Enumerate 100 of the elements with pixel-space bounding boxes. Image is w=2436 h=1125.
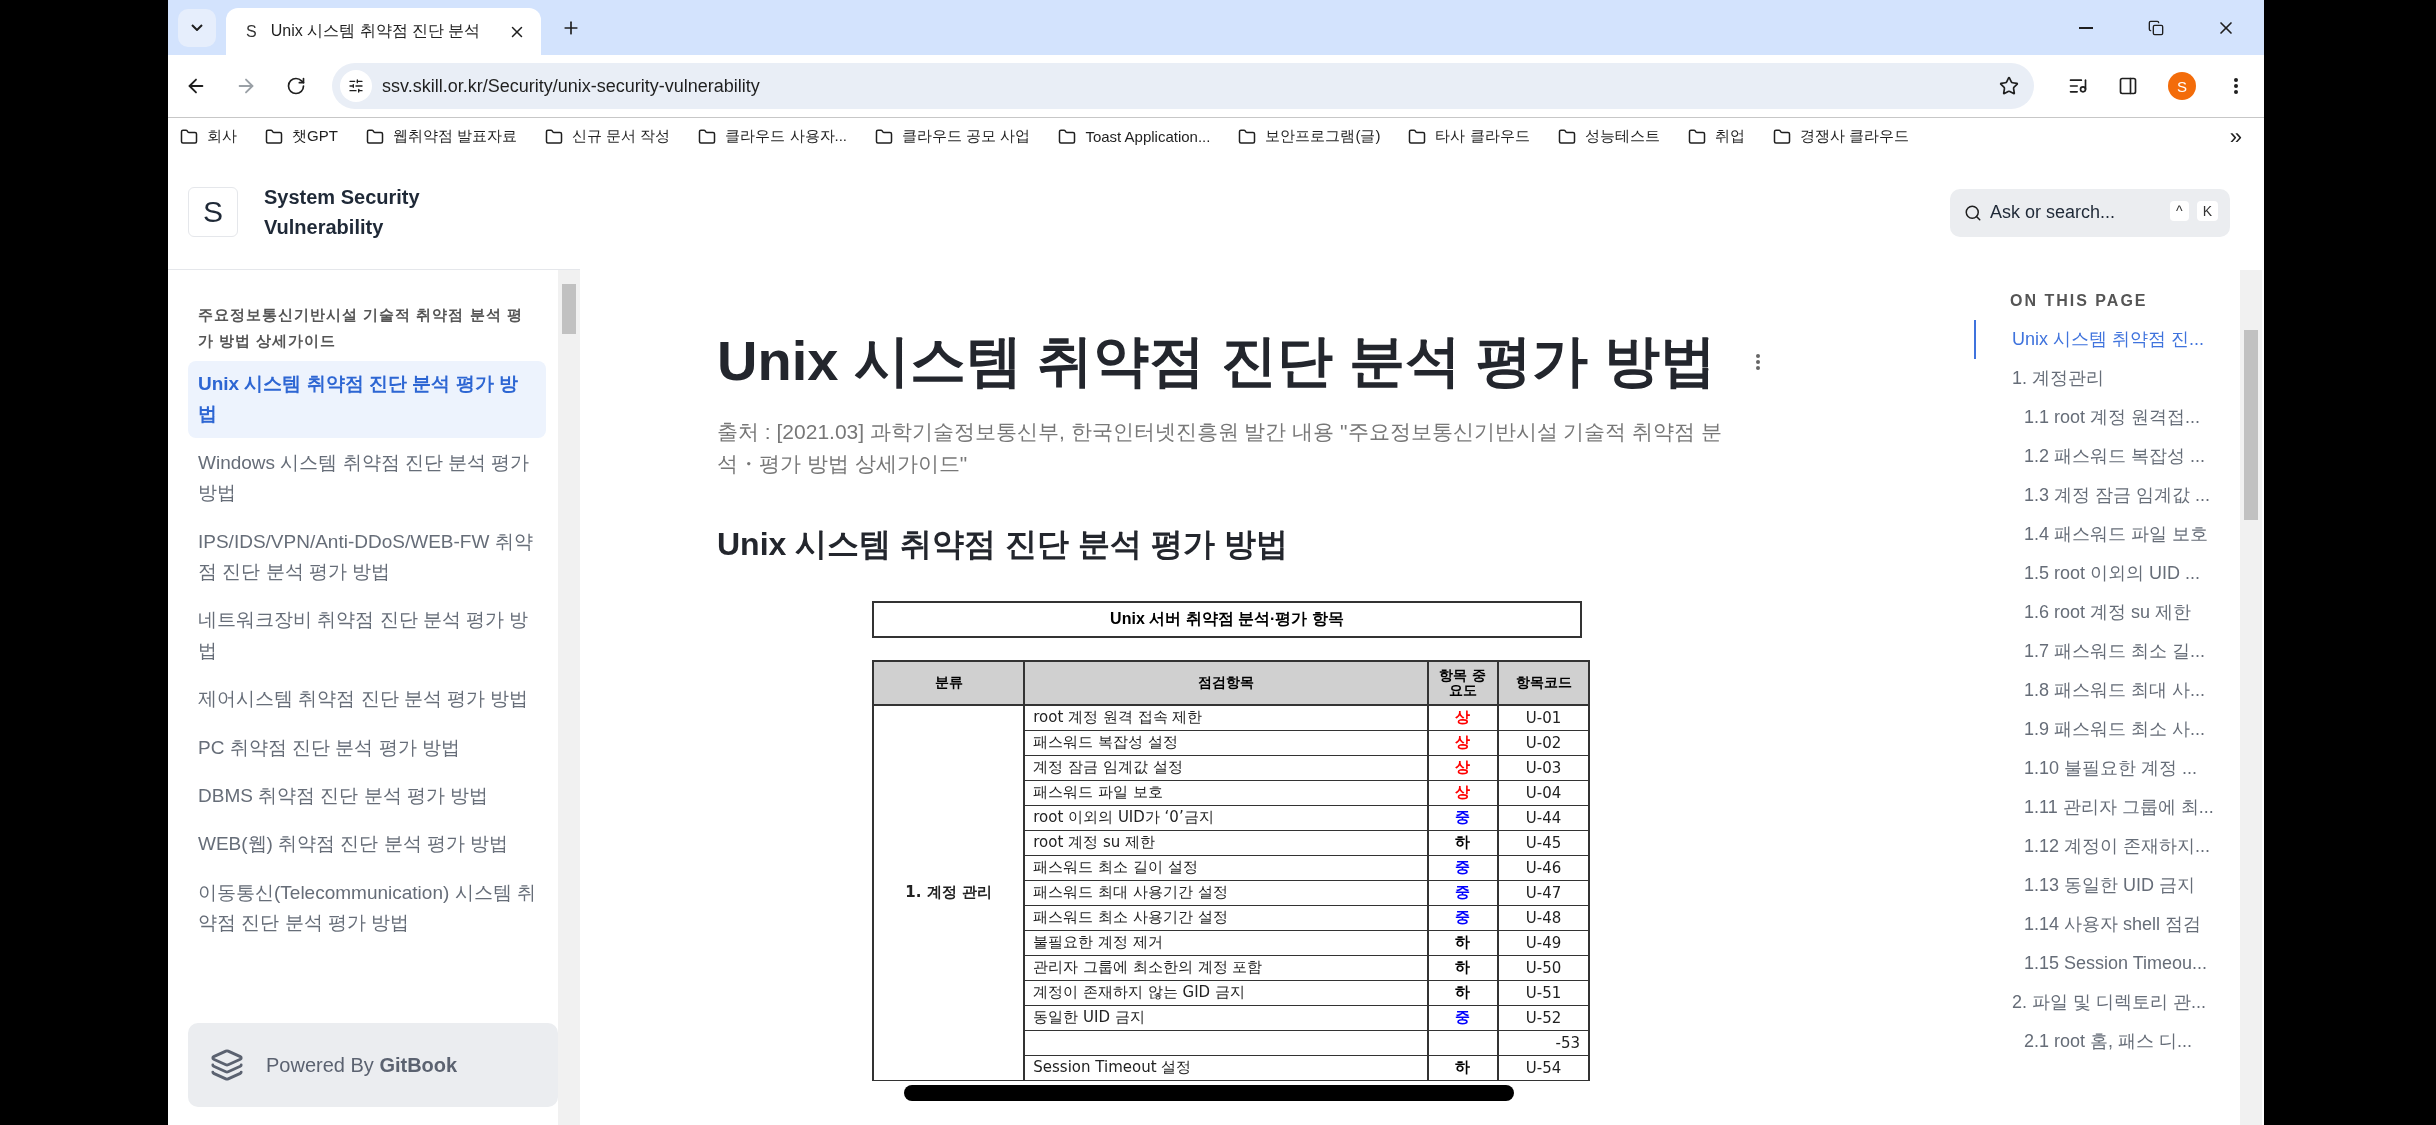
bookmark-label: 웹취약점 발표자료	[392, 127, 517, 146]
table-cell: U-52	[1498, 1005, 1589, 1030]
column-header: 점검항목	[1024, 661, 1428, 705]
bookmark-item[interactable]: Toast Application...	[1058, 127, 1211, 146]
bookmark-item[interactable]: 클라우드 사용자...	[698, 127, 848, 146]
toc-link[interactable]: 1.3 계정 잠금 임계값 ...	[1974, 476, 2240, 515]
address-bar[interactable]: ssv.skill.or.kr/Security/unix-security-vulnerability	[332, 63, 2034, 109]
folder-icon	[1058, 127, 1077, 146]
toc-link[interactable]: 1.6 root 계정 su 제한	[1974, 593, 2240, 632]
bookmark-item[interactable]: 성능테스트	[1557, 127, 1660, 146]
toc-link[interactable]: 1. 계정관리	[1974, 359, 2240, 398]
table-caption: Unix 서버 취약점 분석·평가 항목	[872, 601, 1582, 638]
bookmark-item[interactable]: 클라우드 공모 사업	[875, 127, 1031, 146]
site-settings-button[interactable]	[340, 70, 372, 102]
sidebar-item[interactable]: DBMS 취약점 진단 분석 평가 방법	[188, 772, 546, 820]
scrollbar[interactable]	[2240, 270, 2262, 1125]
table-cell: root 이외의 UID가 ‘0’금지	[1024, 805, 1428, 830]
table-cell: U-03	[1498, 755, 1589, 780]
toc-link[interactable]: 1.13 동일한 UID 금지	[1974, 866, 2240, 905]
star-icon	[1999, 76, 2019, 96]
table-cell: 패스워드 파일 보호	[1024, 780, 1428, 805]
table-cell: U-48	[1498, 905, 1589, 930]
site-logo[interactable]: S	[188, 187, 238, 237]
table-cell: 패스워드 최소 사용기간 설정	[1024, 905, 1428, 930]
toc-link[interactable]: 1.2 패스워드 복잡성 ...	[1974, 437, 2240, 476]
table-cell: U-01	[1498, 705, 1589, 730]
importance-cell: 상	[1427, 780, 1499, 805]
profile-avatar[interactable]: S	[2168, 72, 2196, 100]
importance-cell: 상	[1427, 755, 1499, 780]
scrollbar[interactable]	[558, 270, 580, 1125]
importance-cell: 하	[1427, 830, 1499, 855]
folder-icon	[1238, 127, 1257, 146]
browser-tab[interactable]: S Unix 시스템 취약점 진단 분석	[226, 8, 541, 55]
page-title: Unix 시스템 취약점 진단 분석 평가 방법	[717, 328, 1716, 394]
importance-cell: 상	[1427, 730, 1499, 755]
toc-link[interactable]: 1.12 계정이 존재하지...	[1974, 827, 2240, 866]
importance-cell: 하	[1427, 1055, 1499, 1080]
toc-link[interactable]: 1.4 패스워드 파일 보호	[1974, 515, 2240, 554]
sidebar-item[interactable]: IPS/IDS/VPN/Anti-DDoS/WEB-FW 취약점 진단 분석 평가 방법	[188, 518, 546, 596]
toc-link[interactable]: 1.1 root 계정 원격접...	[1974, 398, 2240, 437]
importance-cell: 중	[1427, 905, 1499, 930]
importance-cell: 하	[1427, 930, 1499, 955]
site-title[interactable]: System Security Vulnerability	[264, 182, 424, 242]
toc-link[interactable]: 1.7 패스워드 최소 길...	[1974, 632, 2240, 671]
importance-cell	[1427, 1030, 1499, 1055]
toc-link[interactable]: 1.15 Session Timeou...	[1974, 944, 2240, 983]
toc-link[interactable]: 1.9 패스워드 최소 사...	[1974, 710, 2240, 749]
reload-icon	[286, 76, 306, 96]
folder-icon	[1557, 127, 1576, 146]
bookmark-label: Toast Application...	[1085, 128, 1211, 145]
restore-icon	[2148, 19, 2164, 36]
bookmark-item[interactable]: 웹취약점 발표자료	[365, 127, 517, 146]
toc-link[interactable]: 2. 파일 및 디렉토리 관...	[1974, 983, 2240, 1022]
table-cell: 계정 잠금 임계값 설정	[1024, 755, 1428, 780]
bookmark-item[interactable]: 취업	[1687, 127, 1745, 146]
powered-by-link[interactable]: Powered By GitBook	[188, 1023, 558, 1107]
tab-search-button[interactable]	[178, 8, 216, 47]
importance-cell: 중	[1427, 1005, 1499, 1030]
table-cell: U-02	[1498, 730, 1589, 755]
bookmark-item[interactable]: 보안프로그램(글)	[1238, 127, 1381, 146]
bookmark-item[interactable]: 챗GPT	[265, 127, 338, 146]
toc-link[interactable]: 1.10 불필요한 계정 ...	[1974, 749, 2240, 788]
section-heading: Unix 시스템 취약점 진단 분석 평가 방법	[717, 525, 1289, 564]
bookmark-label: 챗GPT	[292, 127, 338, 146]
sidebar-item[interactable]: PC 취약점 진단 분석 평가 방법	[188, 724, 546, 771]
more-bookmarks-button[interactable]: »	[2229, 123, 2252, 150]
music-list-icon	[2068, 76, 2088, 96]
bookmark-label: 성능테스트	[1584, 127, 1660, 146]
side-panel-icon	[2118, 76, 2138, 96]
sidebar-item[interactable]: 이동통신(Telecommunication) 시스템 취약점 진단 분석 평가 방법	[188, 869, 546, 947]
search-icon	[1964, 203, 1982, 222]
sidebar-item[interactable]: Unix 시스템 취약점 진단 분석 평가 방법	[188, 361, 546, 438]
toc-link[interactable]: 1.5 root 이외의 UID ...	[1974, 554, 2240, 593]
powered-by-text: Powered By GitBook	[266, 1053, 458, 1077]
source-text: 출처 : [2021.03] 과학기술정보통신부, 한국인터넷진흥원 발간 내용 "주요정보통신기반시설 기술적 취약점 분석・평가 방법 상세가이드"	[717, 419, 1724, 477]
sidebar-item[interactable]: 제어시스템 취약점 진단 분석 평가 방법	[188, 676, 546, 723]
table-cell: U-50	[1498, 955, 1589, 980]
toc-link[interactable]: 1.14 사용자 shell 점검	[1974, 905, 2240, 944]
table-cell: U-49	[1498, 930, 1589, 955]
toc-link[interactable]: 2.1 root 홈, 패스 디...	[1974, 1022, 2240, 1061]
toc-link[interactable]: 1.8 패스워드 최대 사...	[1974, 671, 2240, 710]
minimize-icon	[2079, 26, 2093, 29]
table-cell: 불필요한 계정 제거	[1024, 930, 1428, 955]
bookmark-item[interactable]: 타사 클라우드	[1408, 127, 1530, 146]
bookmark-label: 회사	[207, 127, 237, 146]
table-cell: 패스워드 복잡성 설정	[1024, 730, 1428, 755]
table-cell: root 계정 원격 접속 제한	[1024, 705, 1428, 730]
toc-link[interactable]: 1.11 관리자 그룹에 최...	[1974, 788, 2240, 827]
bookmark-label: 보안프로그램(글)	[1265, 127, 1381, 146]
bookmark-item[interactable]: 경쟁사 클라우드	[1772, 127, 1909, 146]
sidebar-item[interactable]: Windows 시스템 취약점 진단 분석 평가 방법	[188, 439, 546, 517]
sidebar-item[interactable]: WEB(웹) 취약점 진단 분석 평가 방법	[188, 821, 546, 868]
bookmark-item[interactable]: 회사	[180, 127, 237, 146]
bookmark-item[interactable]: 신규 문서 작성	[545, 127, 671, 146]
tab-title: Unix 시스템 취약점 진단 분석	[270, 21, 482, 41]
folder-icon	[265, 127, 283, 146]
importance-cell: 중	[1427, 855, 1499, 880]
sidebar-item[interactable]: 네트워크장비 취약점 진단 분석 평가 방법	[188, 597, 546, 675]
table-cell: Session Timeout 설정	[1024, 1055, 1428, 1080]
importance-cell: 중	[1427, 880, 1499, 905]
